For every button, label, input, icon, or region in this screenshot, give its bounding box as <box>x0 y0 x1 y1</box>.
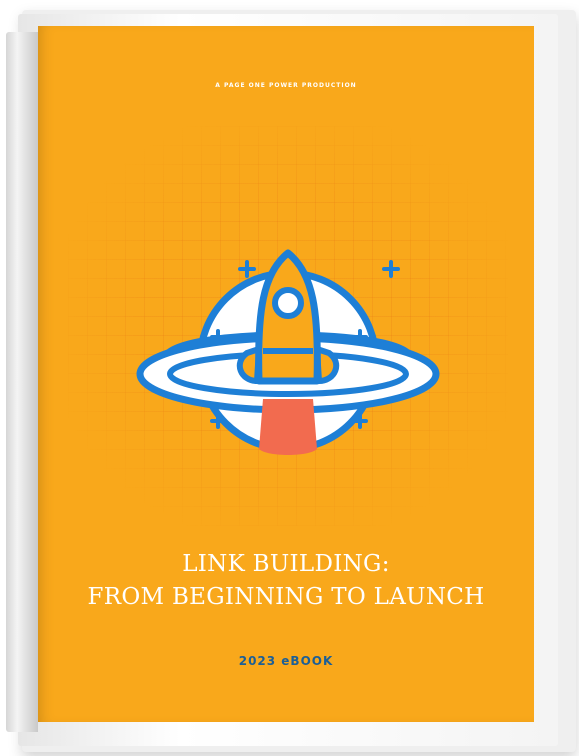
flame-icon <box>259 399 317 455</box>
edition-label: 2023 eBOOK <box>238 654 334 668</box>
book-spine <box>6 32 38 732</box>
cover-title: LINK BUILDING: FROM BEGINNING TO LAUNCH <box>38 548 534 614</box>
cover-title-line-1: LINK BUILDING: <box>182 551 390 577</box>
cover-kicker: A PAGE ONE POWER PRODUCTION <box>215 82 357 89</box>
book-cover: A PAGE ONE POWER PRODUCTION LINK BUILDIN… <box>38 26 534 722</box>
rocket-window <box>272 287 304 319</box>
cover-title-line-2: FROM BEGINNING TO LAUNCH <box>87 584 485 610</box>
ebook-mockup: A PAGE ONE POWER PRODUCTION LINK BUILDIN… <box>0 0 579 756</box>
rocket-planet-icon <box>136 249 440 455</box>
